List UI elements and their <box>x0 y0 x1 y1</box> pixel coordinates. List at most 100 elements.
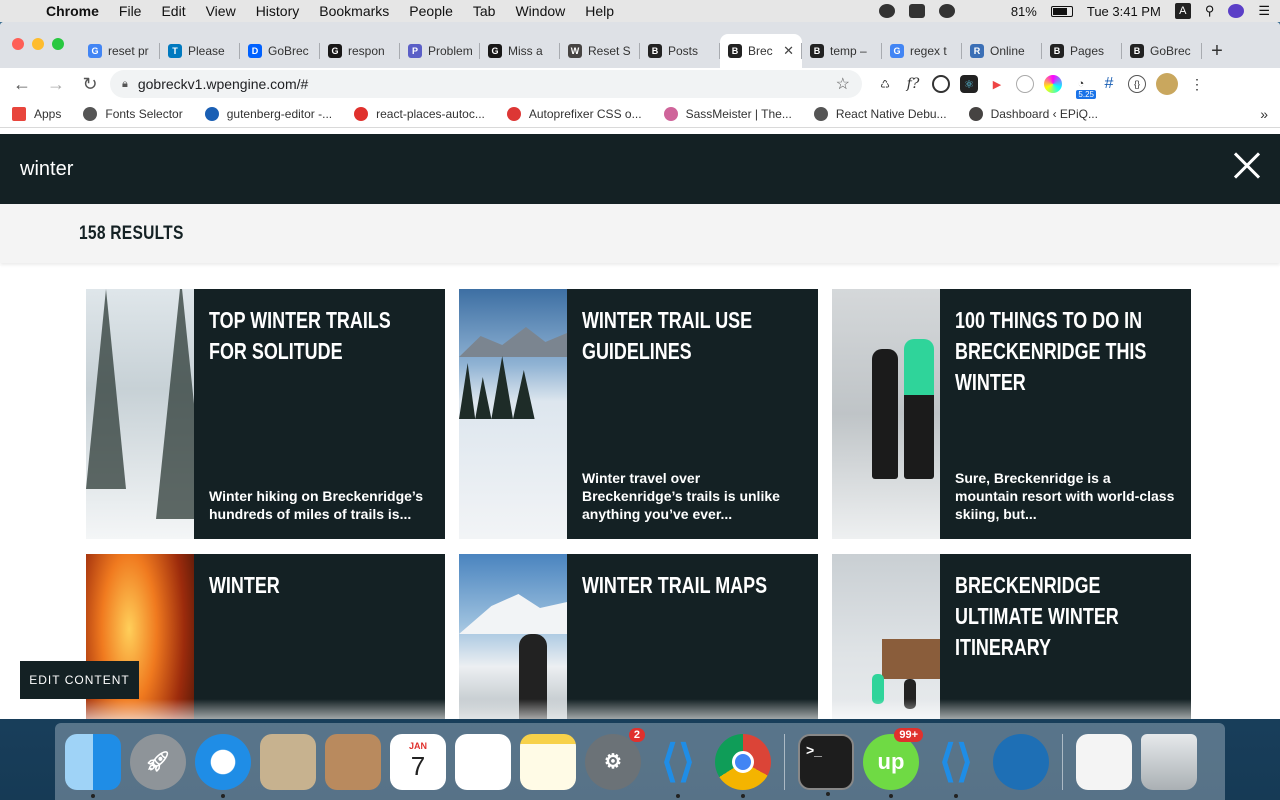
menu-file[interactable]: File <box>109 3 152 19</box>
bookmark-item[interactable]: React Native Debu... <box>813 106 947 121</box>
clock[interactable]: Tue 3:41 PM <box>1087 4 1161 19</box>
sync-tray-icon[interactable] <box>938 4 955 18</box>
contacts-icon[interactable] <box>325 733 381 790</box>
bookmark-item[interactable]: Autoprefixer CSS o... <box>506 106 642 121</box>
result-card[interactable]: WINTER TRAIL USE GUIDELINES Winter travel… <box>459 289 818 539</box>
upwork-icon[interactable]: up 99+ <box>863 727 923 798</box>
calendar-icon[interactable]: JAN 7 <box>390 733 446 790</box>
bookmark-item[interactable]: Dashboard ‹ EPiQ... <box>968 106 1098 121</box>
result-card[interactable]: WINTER <box>86 554 445 719</box>
result-card[interactable]: TOP WINTER TRAILS FOR SOLITUDE Winter hik… <box>86 289 445 539</box>
vscode-icon[interactable]: ⟨⟩ <box>650 734 706 798</box>
result-card[interactable]: WINTER TRAIL MAPS <box>459 554 818 719</box>
browser-tab[interactable]: G Miss a <box>480 34 560 68</box>
chrome-icon[interactable] <box>715 733 771 798</box>
browser-tab[interactable]: R Online <box>962 34 1042 68</box>
more-bookmarks-icon[interactable]: » <box>1260 106 1268 122</box>
menu-people[interactable]: People <box>399 3 463 19</box>
browser-tab[interactable]: Btemp – <box>802 34 882 68</box>
result-card[interactable]: BRECKENRIDGE ULTIMATE WINTER ITINERARY <box>832 554 1191 719</box>
result-title[interactable]: TOP WINTER TRAILS FOR SOLITUDE <box>209 305 431 367</box>
tableplus-icon[interactable] <box>993 733 1049 790</box>
reload-button[interactable]: ↻ <box>76 70 104 98</box>
menu-window[interactable]: Window <box>505 3 575 19</box>
bookmark-item[interactable]: gutenberg-editor -... <box>204 106 332 121</box>
xml-document-icon[interactable] <box>1076 733 1132 790</box>
docker-tray-icon[interactable] <box>908 4 925 18</box>
grid-extension-icon[interactable]: # <box>1100 75 1118 93</box>
bookmark-item[interactable]: SassMeister | The... <box>663 106 792 121</box>
colorzilla-extension-icon[interactable] <box>1044 75 1062 93</box>
finder-icon[interactable] <box>65 733 121 798</box>
url-text[interactable]: gobreckv1.wpengine.com/# <box>138 76 308 92</box>
bookmark-item[interactable]: Apps <box>12 106 61 121</box>
minimize-window-button[interactable] <box>32 38 44 50</box>
result-title[interactable]: 100 THINGS TO DO IN BRECKENRIDGE THIS WI… <box>955 305 1177 398</box>
result-card[interactable]: 100 THINGS TO DO IN BRECKENRIDGE THIS WI… <box>832 289 1191 539</box>
menu-view[interactable]: View <box>196 3 246 19</box>
browser-tab[interactable]: Grespon <box>320 34 400 68</box>
browser-tab[interactable]: B Posts <box>640 34 720 68</box>
notes-icon[interactable] <box>520 733 576 790</box>
recycle-extension-icon[interactable]: ♺ <box>876 75 894 93</box>
menu-tab[interactable]: Tab <box>463 3 506 19</box>
browser-tab[interactable]: B Brec ✕ <box>720 34 802 68</box>
edit-content-button[interactable]: EDIT CONTENT <box>20 661 139 699</box>
result-thumbnail[interactable] <box>459 289 567 539</box>
system-preferences-icon[interactable]: ⚙ 2 <box>585 727 645 790</box>
close-tab-icon[interactable]: ✕ <box>783 43 794 59</box>
font-extension-icon[interactable]: f? <box>904 75 922 93</box>
result-title[interactable]: WINTER TRAIL MAPS <box>582 570 804 601</box>
browser-tab[interactable]: D GoBrec <box>240 34 320 68</box>
battery-percent[interactable]: 81% <box>1011 4 1037 19</box>
bookmark-item[interactable]: react-places-autoc... <box>354 106 485 121</box>
menu-help[interactable]: Help <box>575 3 624 19</box>
result-thumbnail[interactable] <box>459 554 567 719</box>
elephant-tray-icon[interactable] <box>878 4 895 18</box>
browser-tab[interactable]: W Reset S <box>560 34 640 68</box>
browser-tab[interactable]: B GoBrec <box>1122 34 1202 68</box>
browser-tab[interactable]: P Problem <box>400 34 480 68</box>
menu-history[interactable]: History <box>246 3 310 19</box>
play-extension-icon[interactable]: ▶ <box>988 75 1006 93</box>
bookmark-star-icon[interactable]: ☆ <box>836 74 850 94</box>
trash-icon[interactable] <box>1141 733 1197 790</box>
vscode-insiders-icon[interactable]: ⟨⟩ <box>928 734 984 798</box>
react-extension-icon[interactable]: ⚛ <box>960 75 978 93</box>
dev-extension-icon[interactable]: {} <box>1128 75 1146 93</box>
back-button[interactable]: ← <box>8 70 36 98</box>
terminal-icon[interactable]: >_ <box>798 733 854 796</box>
notification-center-icon[interactable]: ☰ <box>1258 3 1270 19</box>
launchpad-icon[interactable]: 🚀︎ <box>130 733 186 790</box>
browser-tab[interactable]: B Pages <box>1042 34 1122 68</box>
link-extension-icon[interactable] <box>932 75 950 93</box>
menu-app-chrome[interactable]: Chrome <box>36 3 109 19</box>
result-thumbnail[interactable] <box>832 554 940 719</box>
browser-tab[interactable]: Gregex t <box>882 34 962 68</box>
menu-bookmarks[interactable]: Bookmarks <box>309 3 399 19</box>
mail-icon[interactable] <box>260 733 316 790</box>
result-title[interactable]: WINTER <box>209 570 431 601</box>
result-thumbnail[interactable] <box>832 289 940 539</box>
fullscreen-window-button[interactable] <box>52 38 64 50</box>
battery-icon[interactable] <box>1050 5 1073 17</box>
menu-edit[interactable]: Edit <box>151 3 195 19</box>
input-source-icon[interactable]: A <box>1174 3 1191 19</box>
close-search-icon[interactable] <box>1230 148 1264 182</box>
chrome-menu-icon[interactable]: ⋮ <box>1188 75 1206 93</box>
result-title[interactable]: BRECKENRIDGE ULTIMATE WINTER ITINERARY <box>955 570 1177 663</box>
browser-tab[interactable]: T Please <box>160 34 240 68</box>
profile-avatar[interactable] <box>1156 73 1178 95</box>
lock-icon[interactable]: 🔒︎ <box>122 78 128 91</box>
safari-icon[interactable] <box>195 733 251 798</box>
result-thumbnail[interactable] <box>86 289 194 539</box>
browser-tab[interactable]: Greset pr <box>80 34 160 68</box>
reminders-icon[interactable] <box>455 733 511 790</box>
forward-button[interactable]: → <box>42 70 70 98</box>
timer-extension-icon[interactable] <box>1016 75 1034 93</box>
siri-icon[interactable] <box>1228 4 1245 18</box>
close-window-button[interactable] <box>12 38 24 50</box>
speed-extension-icon[interactable]: ◔ 5.25 <box>1072 75 1096 99</box>
bookmark-item[interactable]: Fonts Selector <box>83 106 183 121</box>
spotlight-search-icon[interactable]: ⚲ <box>1205 3 1215 19</box>
